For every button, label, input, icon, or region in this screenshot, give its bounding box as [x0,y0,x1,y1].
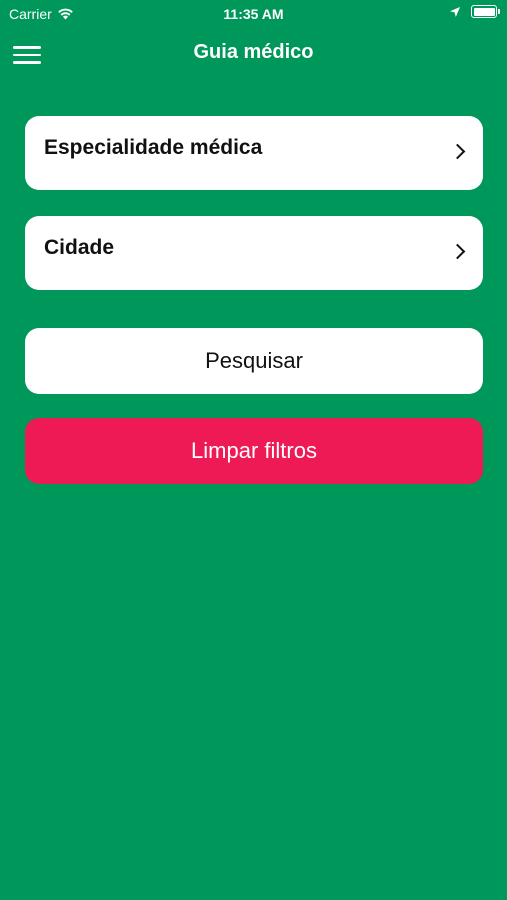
status-bar: Carrier 11:35 AM [0,0,507,28]
navigation-bar: Guia médico [0,28,507,80]
page-title: Guia médico [193,41,314,63]
search-button[interactable]: Pesquisar [25,328,483,394]
clear-filters-button[interactable]: Limpar filtros [25,418,483,484]
chevron-right-icon [449,242,469,264]
specialty-filter-label: Especialidade médica [44,136,263,159]
status-time: 11:35 AM [223,6,284,22]
specialty-filter-row[interactable]: Especialidade médica [25,116,483,190]
status-right [449,5,500,18]
chevron-right-icon [449,142,469,164]
location-arrow-icon [450,6,460,17]
city-filter-label: Cidade [44,236,115,259]
city-filter-row[interactable]: Cidade [25,216,483,290]
battery-icon [471,5,500,18]
